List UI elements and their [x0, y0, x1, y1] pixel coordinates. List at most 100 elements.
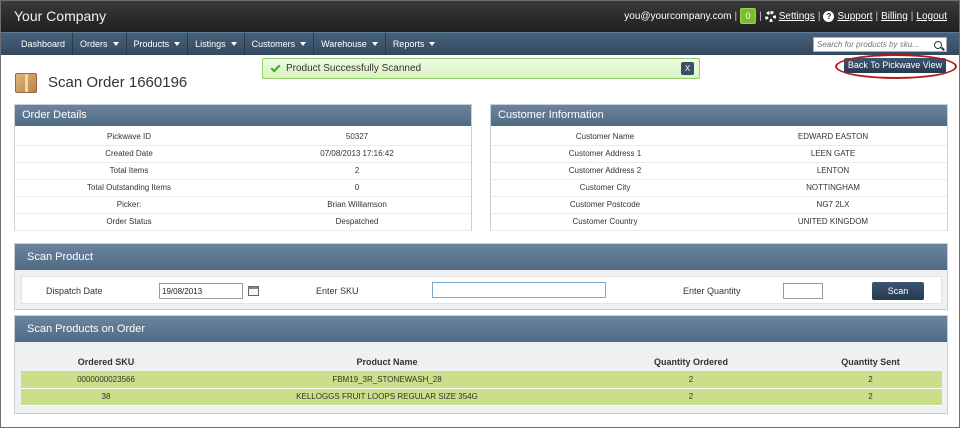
table-row: Order Status Despatched	[15, 213, 471, 231]
sku-label: Enter SKU	[316, 286, 359, 296]
quantity-ordered-cell: 2	[583, 371, 799, 389]
separator: |	[734, 10, 738, 22]
detail-value: LENTON	[719, 162, 947, 180]
chevron-down-icon	[371, 42, 378, 46]
account-links: you@yourcompany.com | 0 | Settings | ? S…	[624, 7, 947, 25]
user-email: you@yourcompany.com	[624, 10, 732, 22]
detail-key: Pickwave ID	[15, 128, 243, 146]
settings-link[interactable]: Settings	[779, 11, 815, 22]
detail-key: Customer Address 1	[491, 145, 719, 163]
dispatch-date-field[interactable]	[159, 283, 243, 299]
quantity-sent-cell: 2	[799, 388, 942, 406]
logout-link[interactable]: Logout	[916, 11, 947, 22]
gear-icon	[764, 10, 776, 22]
detail-key: Customer City	[491, 179, 719, 197]
detail-value: 50327	[243, 128, 471, 146]
nav-label: Warehouse	[321, 39, 367, 49]
check-icon	[270, 62, 281, 72]
sku-input[interactable]	[432, 282, 606, 298]
detail-value: LEEN GATE	[719, 145, 947, 163]
product-name-cell: FBM19_3R_STONEWASH_28	[191, 371, 583, 389]
separator: |	[817, 10, 821, 22]
nav-label: Orders	[80, 39, 108, 49]
table-row: Customer Name EDWARD EASTON	[491, 128, 947, 146]
scan-product-title: Scan Product	[15, 244, 947, 270]
scanned-products-title: Scan Products on Order	[15, 316, 947, 342]
chevron-down-icon	[300, 42, 307, 46]
alert-message: Product Successfully Scanned	[286, 63, 422, 74]
top-bar: Your Company you@yourcompany.com | 0 | S…	[1, 1, 959, 32]
customer-info-title: Customer Information	[491, 105, 947, 126]
quantity-ordered-cell: 2	[583, 388, 799, 406]
column-header: Quantity Sent	[841, 356, 900, 367]
order-details-title: Order Details	[15, 105, 471, 126]
detail-key: Total Outstanding Items	[15, 179, 243, 197]
company-logo[interactable]: Your Company	[14, 8, 106, 24]
sku-cell: 38	[21, 388, 191, 406]
calendar-icon[interactable]	[248, 286, 259, 296]
page-title: Scan Order 1660196	[48, 74, 188, 91]
nav-reports[interactable]: Reports	[386, 33, 443, 55]
alert-close-button[interactable]: X	[681, 62, 694, 75]
nav-orders[interactable]: Orders	[73, 33, 127, 55]
search-input[interactable]	[814, 38, 932, 51]
detail-value: 07/08/2013 17:16:42	[243, 145, 471, 163]
sku-cell: 0000000023566	[21, 371, 191, 389]
table-header-row: Ordered SKU Product Name Quantity Ordere…	[21, 352, 942, 371]
detail-key: Customer Name	[491, 128, 719, 146]
scan-button[interactable]: Scan	[872, 282, 924, 300]
detail-key: Picker:	[15, 196, 243, 214]
detail-key: Total Items	[15, 162, 243, 180]
chevron-down-icon	[230, 42, 237, 46]
separator: |	[759, 10, 762, 22]
scan-form: Dispatch Date Enter SKU Enter Quantity S…	[21, 276, 942, 304]
scan-product-panel: Scan Product Dispatch Date Enter SKU Ent…	[14, 243, 948, 310]
detail-key: Order Status	[15, 213, 243, 231]
column-header: Quantity Ordered	[653, 356, 728, 367]
customer-info-table: Customer Name EDWARD EASTON Customer Addr…	[491, 128, 947, 231]
table-row[interactable]: 0000000023566 FBM19_3R_STONEWASH_28 2 2	[21, 371, 942, 389]
nav-label: Customers	[251, 39, 296, 49]
nav-dashboard[interactable]: Dashboard	[14, 33, 74, 55]
nav-listings[interactable]: Listings	[188, 33, 245, 55]
table-row: Pickwave ID 50327	[15, 128, 471, 146]
table-row: Customer Address 1 LEEN GATE	[491, 145, 947, 163]
column-header: Ordered SKU	[77, 356, 135, 367]
back-to-pickwave-button[interactable]: Back To Pickwave View	[844, 58, 946, 73]
package-icon	[15, 73, 37, 93]
scanned-products-panel: Scan Products on Order Ordered SKU Produ…	[14, 315, 948, 414]
table-row: Customer Postcode NG7 2LX	[491, 196, 947, 214]
separator: |	[875, 10, 879, 22]
table-row: Total Outstanding Items 0	[15, 179, 471, 197]
main-nav-bar: Dashboard Orders Products Listings Custo…	[1, 32, 959, 55]
detail-value: NG7 2LX	[719, 196, 947, 214]
notification-count-badge[interactable]: 0	[740, 8, 757, 24]
quantity-input[interactable]	[783, 283, 823, 299]
chevron-down-icon	[112, 42, 119, 46]
nav-products[interactable]: Products	[127, 33, 189, 55]
quantity-sent-cell: 2	[799, 371, 942, 389]
table-row: Picker: Brian Williamson	[15, 196, 471, 214]
detail-key: Created Date	[15, 145, 243, 163]
product-name-cell: KELLOGGS FRUIT LOOPS REGULAR SIZE 354G	[191, 388, 583, 406]
order-details-panel: Order Details Pickwave ID 50327 Created D…	[14, 104, 472, 231]
dispatch-date-label: Dispatch Date	[46, 286, 103, 296]
product-search	[813, 37, 947, 52]
detail-value: NOTTINGHAM	[719, 179, 947, 197]
nav-warehouse[interactable]: Warehouse	[314, 33, 386, 55]
nav-customers[interactable]: Customers	[245, 33, 315, 55]
detail-value: 2	[243, 162, 471, 180]
scanned-products-table: Ordered SKU Product Name Quantity Ordere…	[21, 352, 942, 406]
chevron-down-icon	[429, 42, 436, 46]
table-row[interactable]: 38 KELLOGGS FRUIT LOOPS REGULAR SIZE 354…	[21, 388, 942, 406]
search-icon[interactable]	[934, 40, 942, 49]
support-link[interactable]: Support	[837, 11, 872, 22]
billing-link[interactable]: Billing	[881, 11, 908, 22]
column-header: Product Name	[356, 356, 418, 367]
customer-info-panel: Customer Information Customer Name EDWARD…	[490, 104, 948, 231]
nav-label: Listings	[195, 39, 226, 49]
detail-value: UNITED KINGDOM	[719, 213, 947, 231]
detail-value: Brian Williamson	[243, 196, 471, 214]
table-row: Customer Address 2 LENTON	[491, 162, 947, 180]
table-row: Created Date 07/08/2013 17:16:42	[15, 145, 471, 163]
